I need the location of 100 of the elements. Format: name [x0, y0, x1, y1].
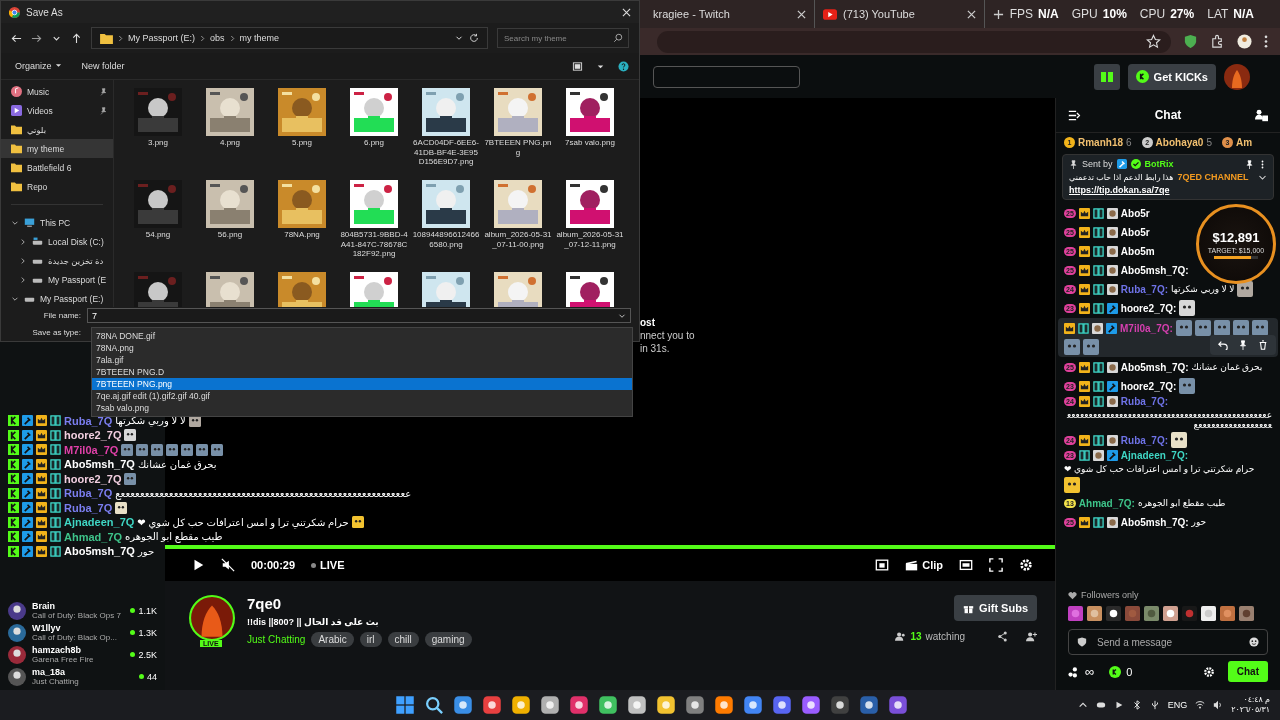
autocomplete-item[interactable]: 78NA DONE.gif: [92, 330, 632, 342]
address-bar[interactable]: My Passport (E:) obs my theme: [91, 27, 488, 49]
chevron-right-icon[interactable]: [19, 275, 27, 284]
file-item[interactable]: 6.png: [338, 88, 410, 180]
nav-item[interactable]: Battlefield 6: [1, 158, 113, 177]
file-item[interactable]: 3.png: [122, 88, 194, 180]
autocomplete-item[interactable]: 7sab valo.png: [92, 402, 632, 414]
undo-icon[interactable]: [1218, 340, 1228, 350]
nav-item[interactable]: Videos: [1, 101, 113, 120]
controller-icon[interactable]: [1095, 700, 1106, 710]
channel-name[interactable]: 7qe0: [247, 595, 472, 612]
app-icon[interactable]: [685, 695, 705, 715]
theater-icon[interactable]: [959, 558, 973, 572]
file-item[interactable]: 5.png: [266, 88, 338, 180]
tag[interactable]: gaming: [424, 632, 472, 647]
file-item[interactable]: 78NA.png: [266, 180, 338, 272]
file-item[interactable]: 6ACD04DF-6EE6-41DB-BF4E-3E95D156E9D7.png: [410, 88, 482, 180]
pin-icon[interactable]: [1245, 159, 1254, 169]
chevron-right-icon[interactable]: [229, 34, 235, 42]
chat-username[interactable]: hoore2_7Q:: [1120, 302, 1177, 314]
forward-icon[interactable]: [31, 32, 42, 44]
view-icon[interactable]: [572, 60, 583, 72]
pin-icon[interactable]: [1238, 340, 1248, 350]
app-icon[interactable]: [540, 695, 560, 715]
bluetooth-icon[interactable]: [1131, 700, 1142, 710]
chevron-right-icon[interactable]: [19, 256, 27, 265]
share-icon[interactable]: [997, 631, 1008, 642]
chat-send-button[interactable]: Chat: [1227, 661, 1268, 682]
autocomplete-item[interactable]: 78NA.png: [92, 342, 632, 354]
support-link[interactable]: https://tip.dokan.sa/7qe: [1069, 185, 1267, 195]
autocomplete-item[interactable]: 7BTEEEN PNG.png: [92, 378, 632, 390]
avatar[interactable]: [1237, 34, 1252, 49]
search-icon[interactable]: [613, 33, 623, 43]
help-icon[interactable]: [618, 60, 629, 72]
nav-item[interactable]: my theme: [1, 139, 113, 158]
mute-icon[interactable]: [221, 558, 235, 572]
puzzle-icon[interactable]: [1210, 34, 1225, 49]
chat-username[interactable]: Ahmad_7Q:: [1078, 497, 1135, 509]
tree-item[interactable]: This PC: [1, 213, 113, 232]
file-item[interactable]: 7sab valo.png: [554, 88, 626, 180]
app-icon[interactable]: [830, 695, 850, 715]
file-item[interactable]: 56.png: [194, 180, 266, 272]
chat-username[interactable]: Ajnadeen_7Q:: [1120, 450, 1189, 461]
close-icon[interactable]: [797, 9, 806, 19]
tree-item[interactable]: Local Disk (C:): [1, 232, 113, 251]
chat-username[interactable]: Abo5r: [1120, 226, 1150, 238]
get-kicks-button[interactable]: Get KICKs: [1127, 63, 1216, 90]
gift-subs-button[interactable]: Gift Subs: [954, 595, 1037, 621]
file-item[interactable]: 7BTEEEN PNG.png: [482, 88, 554, 180]
tag[interactable]: irl: [359, 632, 382, 647]
back-icon[interactable]: [11, 32, 22, 44]
emote-icon[interactable]: [1106, 606, 1121, 621]
app-icon[interactable]: [482, 695, 502, 715]
clip-button[interactable]: Clip: [905, 558, 943, 572]
speaker-icon[interactable]: [1213, 700, 1224, 710]
channel-avatar[interactable]: [189, 595, 235, 641]
app-icon[interactable]: [453, 695, 473, 715]
clock[interactable]: م ٠٤:٤٨ ٢٠٢٦/٠٥/٣١: [1231, 695, 1270, 715]
file-item[interactable]: album_2026-05-31_07-11-00.png: [482, 180, 554, 272]
breadcrumb-item[interactable]: obs: [210, 33, 225, 43]
tree-item[interactable]: My Passport (E: [1, 270, 113, 289]
collapse-icon[interactable]: [1068, 108, 1081, 122]
chevron-right-icon[interactable]: [200, 34, 205, 42]
tag[interactable]: chill: [387, 632, 419, 647]
app-icon[interactable]: [859, 695, 879, 715]
file-name-field[interactable]: 7: [87, 308, 631, 323]
refresh-icon[interactable]: [469, 33, 479, 43]
message-input[interactable]: Send a message: [1068, 629, 1268, 655]
breadcrumb-item[interactable]: my theme: [239, 33, 280, 43]
chat-username[interactable]: Abo5msh_7Q:: [1120, 361, 1189, 373]
chat-username[interactable]: Abo5msh_7Q:: [1120, 264, 1189, 276]
search-field[interactable]: [653, 65, 800, 88]
chat-username[interactable]: hoore2_7Q:: [1120, 380, 1177, 392]
category-link[interactable]: Just Chatting: [247, 634, 306, 645]
organize-button[interactable]: Organize: [11, 59, 66, 73]
users-icon[interactable]: [1255, 108, 1268, 122]
search-field[interactable]: Search my theme: [497, 28, 629, 48]
settings-icon[interactable]: [1202, 665, 1215, 678]
app-icon[interactable]: [598, 695, 618, 715]
nav-item[interactable]: بلوتي: [1, 120, 113, 139]
channel-item[interactable]: W1llyv Call of Duty: Black Op... 1.3K: [0, 622, 165, 643]
channel-item[interactable]: ma_18a Just Chatting 44: [0, 666, 165, 687]
wifi-icon[interactable]: [1195, 700, 1206, 710]
close-icon[interactable]: [967, 9, 976, 19]
chat-username[interactable]: Abo5m: [1120, 245, 1155, 257]
autocomplete-item[interactable]: 7ala.gif: [92, 354, 632, 366]
search-icon[interactable]: [424, 695, 444, 715]
app-icon[interactable]: [627, 695, 647, 715]
app-icon[interactable]: [569, 695, 589, 715]
chat-username[interactable]: Abo5msh_7Q:: [1120, 516, 1189, 528]
chevron-right-icon[interactable]: [19, 237, 27, 246]
channel-item[interactable]: Brain Call of Duty: Black Ops 7 1.1K: [0, 600, 165, 621]
app-icon[interactable]: [888, 695, 908, 715]
app-icon[interactable]: [656, 695, 676, 715]
plus-icon[interactable]: [993, 8, 1004, 20]
chat-username[interactable]: Ruba_7Q:: [1120, 434, 1169, 446]
tree-item[interactable]: My Passport (E:): [1, 289, 113, 307]
trash-icon[interactable]: [1258, 340, 1268, 350]
shield-icon[interactable]: [1183, 34, 1198, 49]
app-icon[interactable]: [714, 695, 734, 715]
